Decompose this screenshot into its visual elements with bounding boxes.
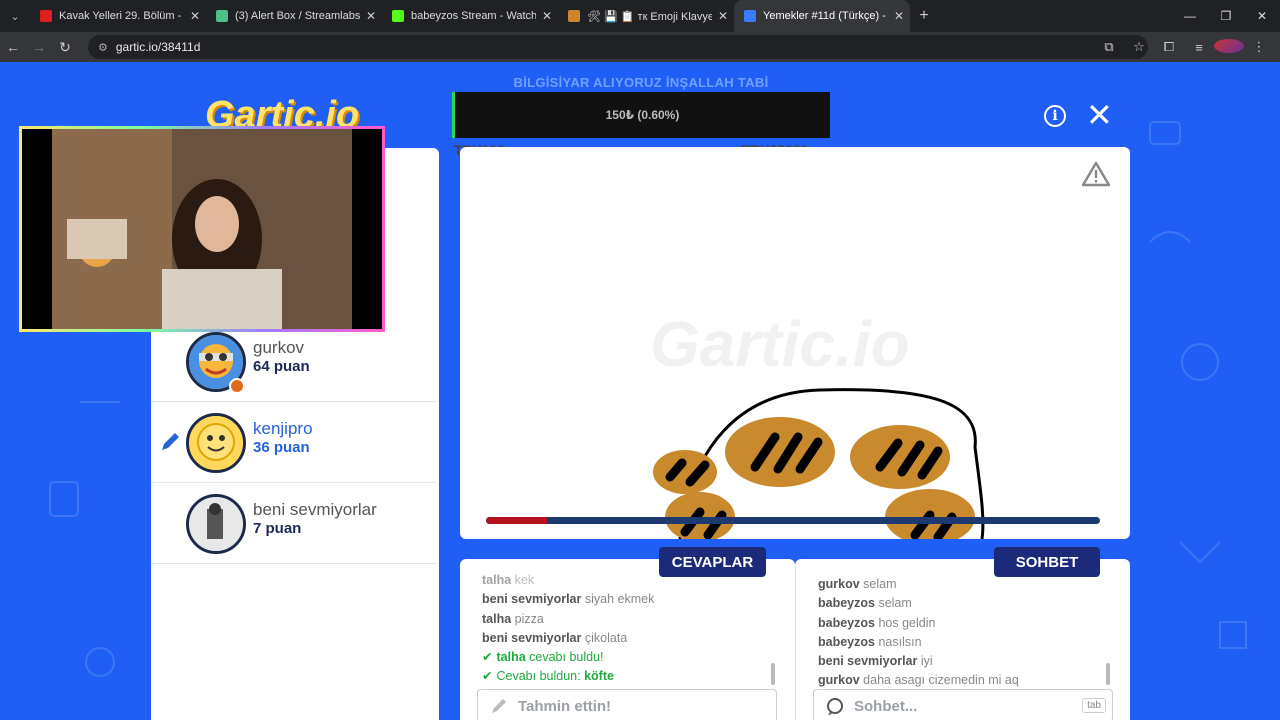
close-tab-icon[interactable]: ✕	[894, 9, 904, 23]
back-arrow-icon[interactable]: ←	[0, 39, 26, 55]
tab-search-icon[interactable]: ⌄	[0, 1, 30, 31]
browser-tab-bar: ⌄ Kavak Yelleri 29. Bölüm - FULL ✕ (3) A…	[0, 0, 1280, 32]
guess-input[interactable]	[518, 697, 748, 715]
list-item: beni sevmiyorlar iyi	[818, 654, 933, 669]
extensions-icon[interactable]: ⧠	[1154, 39, 1184, 55]
media-icon[interactable]: ≡	[1184, 40, 1214, 55]
gartic-favicon-icon	[744, 10, 756, 22]
donation-goal-amount: 150₺ (0.60%)	[605, 108, 680, 122]
tab-label: (3) Alert Box / Streamlabs	[235, 10, 360, 22]
browser-tab[interactable]: Kavak Yelleri 29. Bölüm - FULL ✕	[30, 0, 206, 32]
pencil-icon	[492, 699, 506, 713]
round-timer-fill	[486, 517, 548, 524]
window-close-icon[interactable]: ✕	[1244, 0, 1280, 32]
avatar	[186, 494, 246, 554]
maximize-icon[interactable]: ❐	[1208, 0, 1244, 32]
emoji-favicon-icon	[568, 10, 580, 22]
streamer-camera-image	[22, 129, 382, 329]
scrollbar[interactable]	[771, 663, 775, 685]
chat-tab[interactable]: SOHBET	[994, 547, 1100, 577]
answers-list: talha kek beni sevmiyorlar siyah ekmek t…	[482, 571, 654, 687]
player-drawing	[653, 388, 985, 539]
list-item: beni sevmiyorlar siyah ekmek	[482, 592, 655, 607]
player-points: 36 puan	[253, 439, 310, 456]
player-row: gurkov 64 puan	[151, 322, 437, 402]
tab-label: 🛠 💾 📋 тк Emoji Klavye: Tüm	[587, 10, 712, 23]
address-bar: ← → ↻ ⚙ gartic.io/38411d ⧉ ☆ ⧠ ≡ ⋮	[0, 32, 1280, 62]
kick-favicon-icon	[392, 10, 404, 22]
round-timer-bar	[486, 517, 1100, 524]
chat-panel: gurkov selam babeyzos selam babeyzos hos…	[795, 559, 1130, 720]
tab-label: Yemekler #11d (Türkçe) - G	[763, 10, 888, 22]
drawing-canvas[interactable]: Gartic.io	[460, 147, 1130, 539]
tab-label: babeyzos Stream - Watch Live	[411, 10, 536, 22]
list-item-correct: ✔ Cevabı buldun: köfte	[482, 669, 614, 684]
list-item: babeyzos nasılsın	[818, 634, 922, 649]
player-name: beni sevmiyorlar	[253, 500, 377, 519]
youtube-favicon-icon	[40, 10, 52, 22]
browser-tab[interactable]: babeyzos Stream - Watch Live ✕	[382, 0, 558, 32]
profile-avatar[interactable]	[1214, 38, 1244, 56]
chat-list: gurkov selam babeyzos selam babeyzos hos…	[818, 575, 1019, 691]
pencil-icon	[162, 433, 179, 450]
browser-tab[interactable]: 🛠 💾 📋 тк Emoji Klavye: Tüm ✕	[558, 0, 734, 32]
answers-panel: talha kek beni sevmiyorlar siyah ekmek t…	[460, 559, 795, 720]
close-tab-icon[interactable]: ✕	[190, 9, 200, 23]
install-app-icon[interactable]: ⧉	[1094, 39, 1124, 55]
player-points: 7 puan	[253, 520, 302, 537]
tab-label: Kavak Yelleri 29. Bölüm - FULL	[59, 10, 184, 22]
forward-arrow-icon[interactable]: →	[26, 39, 52, 55]
chat-input-box[interactable]: tab	[813, 689, 1113, 720]
guess-input-box[interactable]	[477, 689, 777, 720]
gartic-page: BİLGİSİYAR ALIYORUZ İNŞALLAH TABİ 150₺ (…	[0, 62, 1280, 720]
reload-icon[interactable]: ↻	[52, 39, 78, 56]
info-icon[interactable]: i	[1044, 105, 1066, 127]
checkmark-icon: ✔	[482, 669, 493, 684]
player-points: 64 puan	[253, 358, 310, 375]
tab-key-hint: tab	[1082, 698, 1106, 713]
donation-goal-bar: 150₺ (0.60%)	[452, 92, 830, 138]
list-item: talha kek	[482, 573, 535, 587]
list-item: talha pizza	[482, 611, 544, 626]
url-text: gartic.io/38411d	[115, 40, 201, 54]
minimize-icon[interactable]: —	[1172, 0, 1208, 32]
chat-bubble-icon	[827, 698, 843, 715]
url-input[interactable]: ⚙ gartic.io/38411d	[88, 35, 1148, 59]
new-tab-plus-icon[interactable]: +	[910, 7, 938, 25]
scrollbar[interactable]	[1106, 663, 1110, 685]
list-item: gurkov selam	[818, 577, 897, 591]
donation-goal-title: BİLGİSİYAR ALIYORUZ İNŞALLAH TABİ	[513, 75, 769, 90]
close-icon[interactable]: ✕	[1086, 99, 1113, 131]
toolbar-right: ⧉ ☆ ⧠ ≡ ⋮	[1094, 32, 1274, 62]
list-item: babeyzos hos geldin	[818, 615, 936, 630]
avatar	[186, 413, 246, 473]
chat-input[interactable]	[854, 697, 1084, 715]
site-settings-icon[interactable]: ⚙	[98, 41, 108, 54]
browser-tab[interactable]: (3) Alert Box / Streamlabs ✕	[206, 0, 382, 32]
player-name: gurkov	[253, 338, 305, 357]
bookmark-star-icon[interactable]: ☆	[1124, 39, 1154, 55]
webcam-overlay	[19, 126, 385, 332]
online-status-badge	[229, 378, 245, 394]
list-item: gurkov daha asagı cizemedin mi aq	[818, 673, 1019, 688]
close-tab-icon[interactable]: ✕	[366, 9, 376, 23]
close-tab-icon[interactable]: ✕	[542, 9, 552, 23]
player-row: beni sevmiyorlar 7 puan	[151, 484, 437, 564]
answers-tab[interactable]: CEVAPLAR	[659, 547, 766, 577]
list-item-correct: ✔ talha cevabı buldu!	[482, 650, 604, 665]
player-name: kenjipro	[253, 419, 313, 438]
player-row-drawing: kenjipro 36 puan	[151, 403, 437, 483]
checkmark-icon: ✔	[482, 650, 493, 665]
list-item: babeyzos selam	[818, 596, 912, 611]
close-tab-icon[interactable]: ✕	[718, 9, 728, 23]
browser-tab-active[interactable]: Yemekler #11d (Türkçe) - G ✕	[734, 0, 910, 32]
list-item: beni sevmiyorlar çikolata	[482, 630, 628, 645]
window-controls: — ❐ ✕	[1172, 0, 1280, 32]
menu-dots-icon[interactable]: ⋮	[1244, 39, 1274, 55]
streamlabs-favicon-icon	[216, 10, 228, 22]
